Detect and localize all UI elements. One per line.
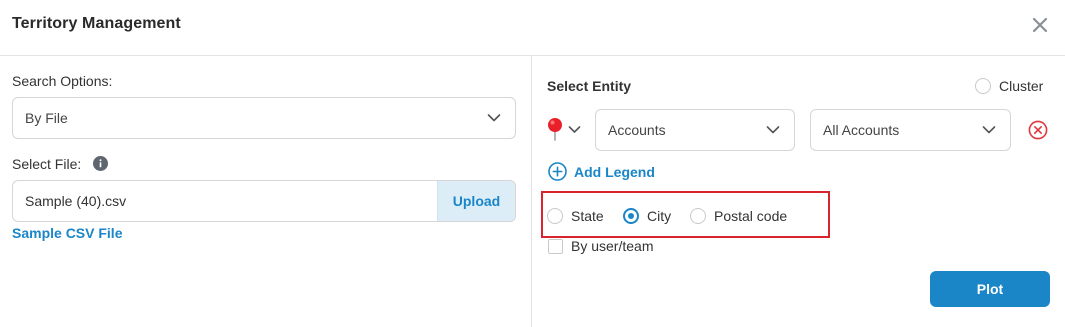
select-entity-label: Select Entity [547, 78, 632, 94]
cluster-radio[interactable] [975, 78, 991, 94]
close-icon[interactable] [1029, 14, 1051, 36]
map-pin-icon[interactable] [546, 117, 564, 141]
search-options-select[interactable]: By File [12, 97, 516, 139]
plot-button[interactable]: Plot [930, 271, 1050, 307]
scope-value: All Accounts [823, 122, 900, 138]
city-radio[interactable] [623, 208, 639, 224]
state-radio[interactable] [547, 208, 563, 224]
add-circle-icon[interactable] [548, 162, 567, 181]
chevron-down-icon [982, 126, 996, 134]
state-label: State [571, 208, 604, 224]
search-options-value: By File [25, 110, 68, 126]
file-name: Sample (40).csv [25, 193, 127, 209]
postal-code-radio[interactable] [690, 208, 706, 224]
entity-value: Accounts [608, 122, 666, 138]
add-legend-link[interactable]: Add Legend [574, 164, 655, 180]
postal-code-label: Postal code [714, 208, 788, 224]
dialog-title: Territory Management [12, 15, 181, 32]
upload-button[interactable]: Upload [437, 181, 515, 221]
panel-divider [531, 56, 532, 327]
dialog-header: Territory Management [0, 0, 1065, 56]
city-label: City [647, 208, 672, 224]
by-user-team-label: By user/team [571, 238, 654, 254]
search-options-label: Search Options: [12, 73, 113, 89]
remove-circle-icon[interactable] [1028, 120, 1048, 140]
sample-csv-link[interactable]: Sample CSV File [12, 225, 122, 241]
cluster-label: Cluster [999, 78, 1044, 94]
scope-select[interactable]: All Accounts [810, 109, 1011, 151]
by-user-team-checkbox[interactable] [548, 239, 563, 254]
chevron-down-icon [487, 114, 501, 122]
entity-select[interactable]: Accounts [595, 109, 795, 151]
chevron-down-icon [766, 126, 780, 134]
chevron-down-icon[interactable] [568, 125, 581, 134]
select-file-label: Select File: [12, 156, 82, 172]
file-field[interactable]: Sample (40).csv Upload [12, 180, 516, 222]
info-icon [93, 156, 108, 171]
